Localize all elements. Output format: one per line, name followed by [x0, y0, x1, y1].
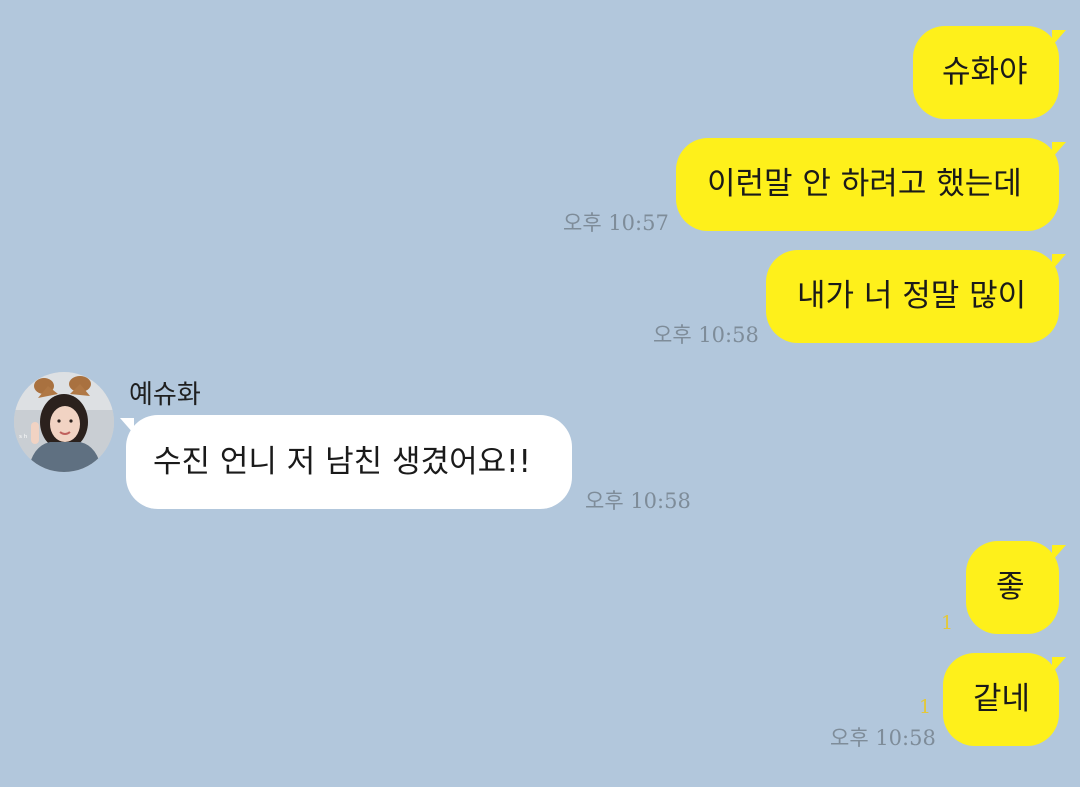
message-text: 슈화야	[942, 54, 1028, 90]
bubble-tail	[120, 418, 134, 434]
my-message-bubble[interactable]: 슈화야	[913, 26, 1059, 119]
sender-name: 예슈화	[129, 380, 201, 410]
bubble-tail	[1052, 254, 1066, 270]
my-message-bubble[interactable]: 좋	[966, 541, 1059, 634]
bubble-tail	[1052, 545, 1066, 561]
message-timestamp: 오후 10:58	[830, 726, 936, 750]
unread-count: 1	[941, 612, 954, 634]
message-timestamp: 오후 10:58	[585, 489, 691, 513]
my-message-bubble[interactable]: 같네	[943, 653, 1059, 746]
my-message-bubble[interactable]: 내가 너 정말 많이	[766, 250, 1059, 343]
contact-avatar[interactable]: ｓｈ	[14, 372, 114, 472]
unread-count: 1	[919, 696, 932, 718]
profile-photo-icon: ｓｈ	[14, 372, 114, 472]
message-timestamp: 오후 10:57	[563, 211, 669, 235]
message-text: 같네	[973, 681, 1031, 717]
svg-text:ｓｈ: ｓｈ	[18, 433, 28, 440]
their-message-bubble[interactable]: 수진 언니 저 남친 생겼어요!!	[126, 415, 572, 509]
message-text: 좋	[996, 569, 1025, 605]
message-text: 내가 너 정말 많이	[797, 278, 1027, 314]
message-text: 이런말 안 하려고 했는데	[707, 166, 1022, 202]
bubble-tail	[1052, 142, 1066, 158]
bubble-tail	[1052, 657, 1066, 673]
bubble-tail	[1052, 30, 1066, 46]
message-timestamp: 오후 10:58	[653, 323, 759, 347]
message-text: 수진 언니 저 남친 생겼어요!!	[153, 443, 531, 480]
my-message-bubble[interactable]: 이런말 안 하려고 했는데	[676, 138, 1059, 231]
